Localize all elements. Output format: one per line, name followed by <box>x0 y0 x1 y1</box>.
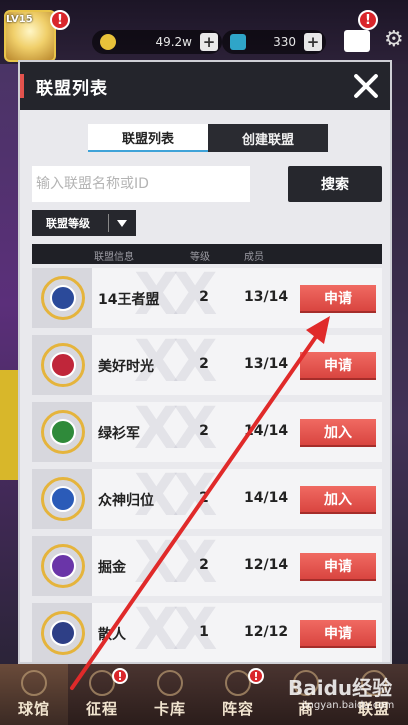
alliance-name: 绿衫军 <box>98 426 140 442</box>
alliance-level: 2 <box>199 356 209 372</box>
apply-button[interactable]: 申请 <box>300 285 376 311</box>
emblem-cell <box>32 603 92 662</box>
tab-bar: 联盟列表 创建联盟 <box>88 124 328 152</box>
tab-create-alliance[interactable]: 创建联盟 <box>208 124 328 152</box>
table-row: XX 14王者盟 2 13/14 申请 <box>32 268 382 328</box>
table-header: 联盟信息 等级 成员 <box>32 244 382 264</box>
alliance-emblem-icon <box>41 343 85 387</box>
alliance-name: 14王者盟 <box>98 292 160 308</box>
nav-label: 球馆 <box>17 700 50 718</box>
alliance-members: 14/14 <box>244 423 289 439</box>
alliance-level: 2 <box>199 490 209 506</box>
nav-label: 阵容 <box>221 700 254 718</box>
alliance-name: 散人 <box>98 627 126 643</box>
alliance-list[interactable]: XX 14王者盟 2 13/14 申请 XX 美好时光 2 13/14 申请 X… <box>32 268 382 662</box>
filter-divider <box>108 214 109 232</box>
modal-title: 联盟列表 <box>36 79 108 99</box>
join-button[interactable]: 加入 <box>300 486 376 512</box>
close-icon[interactable] <box>350 70 382 102</box>
alliance-emblem-icon <box>41 477 85 521</box>
gold-amount: 49.2w <box>155 35 192 49</box>
table-row: XX 绿衫军 2 14/14 加入 <box>32 402 382 462</box>
nav-label: 卡库 <box>153 700 186 718</box>
table-row: XX 掘金 2 12/14 申请 <box>32 536 382 596</box>
column-header-info: 联盟信息 <box>94 252 134 263</box>
modal-header: 联盟列表 <box>20 62 390 110</box>
table-row: XX 散人 1 12/12 申请 <box>32 603 382 662</box>
nav-item-lineup[interactable]: 阵容 ! <box>204 664 272 725</box>
alliance-level: 2 <box>199 557 209 573</box>
emblem-core <box>50 419 76 445</box>
emblem-core <box>50 553 76 579</box>
alliance-level: 1 <box>199 624 209 640</box>
avatar-alert-badge: ! <box>50 10 70 30</box>
alliance-members: 12/12 <box>244 624 289 640</box>
add-gold-button[interactable]: + <box>200 33 218 51</box>
chevron-down-icon <box>117 219 127 227</box>
gear-icon[interactable]: ⚙ <box>384 28 406 52</box>
emblem-cell <box>32 268 92 328</box>
diamond-amount: 330 <box>273 35 296 49</box>
emblem-core <box>50 486 76 512</box>
background-right-panel <box>392 64 408 664</box>
emblem-cell <box>32 536 92 596</box>
gold-coin-icon <box>100 34 116 50</box>
nav-alert-badge: ! <box>248 668 264 684</box>
filter-label: 联盟等级 <box>46 217 90 230</box>
background-left-panel <box>0 64 18 664</box>
emblem-core <box>50 352 76 378</box>
table-row: XX 众神归位 2 14/14 加入 <box>32 469 382 529</box>
alliance-emblem-icon <box>41 544 85 588</box>
cards-icon <box>157 670 183 696</box>
mail-alert-badge: ! <box>358 10 378 30</box>
nav-item-arena[interactable]: 球馆 <box>0 664 68 725</box>
alliance-name: 掘金 <box>98 560 126 576</box>
mail-icon[interactable] <box>344 30 370 52</box>
diamond-icon <box>230 34 246 50</box>
apply-button[interactable]: 申请 <box>300 620 376 646</box>
watermark-logo: Baidu经验 <box>288 676 393 700</box>
alliance-list-modal: 联盟列表 联盟列表 创建联盟 搜索 联盟等级 联盟信息 等级 成员 XX 14王… <box>18 60 392 664</box>
alliance-search-input[interactable] <box>32 166 250 202</box>
alliance-level-filter[interactable]: 联盟等级 <box>32 210 136 236</box>
alliance-members: 13/14 <box>244 289 289 305</box>
alliance-members: 13/14 <box>244 356 289 372</box>
emblem-cell <box>32 469 92 529</box>
alliance-level: 2 <box>199 423 209 439</box>
apply-button[interactable]: 申请 <box>300 352 376 378</box>
alliance-members: 12/14 <box>244 557 289 573</box>
nav-item-cards[interactable]: 卡库 <box>136 664 204 725</box>
join-button[interactable]: 加入 <box>300 419 376 445</box>
column-header-level: 等级 <box>190 252 210 263</box>
background-left-banner <box>0 370 18 480</box>
watermark-url: jingyan.baidu.com <box>302 700 395 711</box>
emblem-core <box>50 620 76 646</box>
alliance-name: 众神归位 <box>98 493 154 509</box>
arena-icon <box>21 670 47 696</box>
gold-counter: 49.2w + <box>92 30 222 54</box>
search-button[interactable]: 搜索 <box>288 166 382 202</box>
column-header-members: 成员 <box>244 252 264 263</box>
alliance-emblem-icon <box>41 276 85 320</box>
alliance-name: 美好时光 <box>98 359 154 375</box>
emblem-cell <box>32 402 92 462</box>
nav-alert-badge: ! <box>112 668 128 684</box>
player-level: LV15 <box>6 14 33 25</box>
alliance-emblem-icon <box>41 410 85 454</box>
table-row: XX 美好时光 2 13/14 申请 <box>32 335 382 395</box>
add-diamond-button[interactable]: + <box>304 33 322 51</box>
nav-label: 征程 <box>85 700 118 718</box>
tab-alliance-list[interactable]: 联盟列表 <box>88 124 208 152</box>
title-accent-bar <box>20 74 24 98</box>
alliance-emblem-icon <box>41 611 85 655</box>
nav-item-journey[interactable]: 征程 ! <box>68 664 136 725</box>
alliance-level: 2 <box>199 289 209 305</box>
emblem-cell <box>32 335 92 395</box>
apply-button[interactable]: 申请 <box>300 553 376 579</box>
emblem-core <box>50 285 76 311</box>
diamond-counter: 330 + <box>222 30 326 54</box>
alliance-members: 14/14 <box>244 490 289 506</box>
